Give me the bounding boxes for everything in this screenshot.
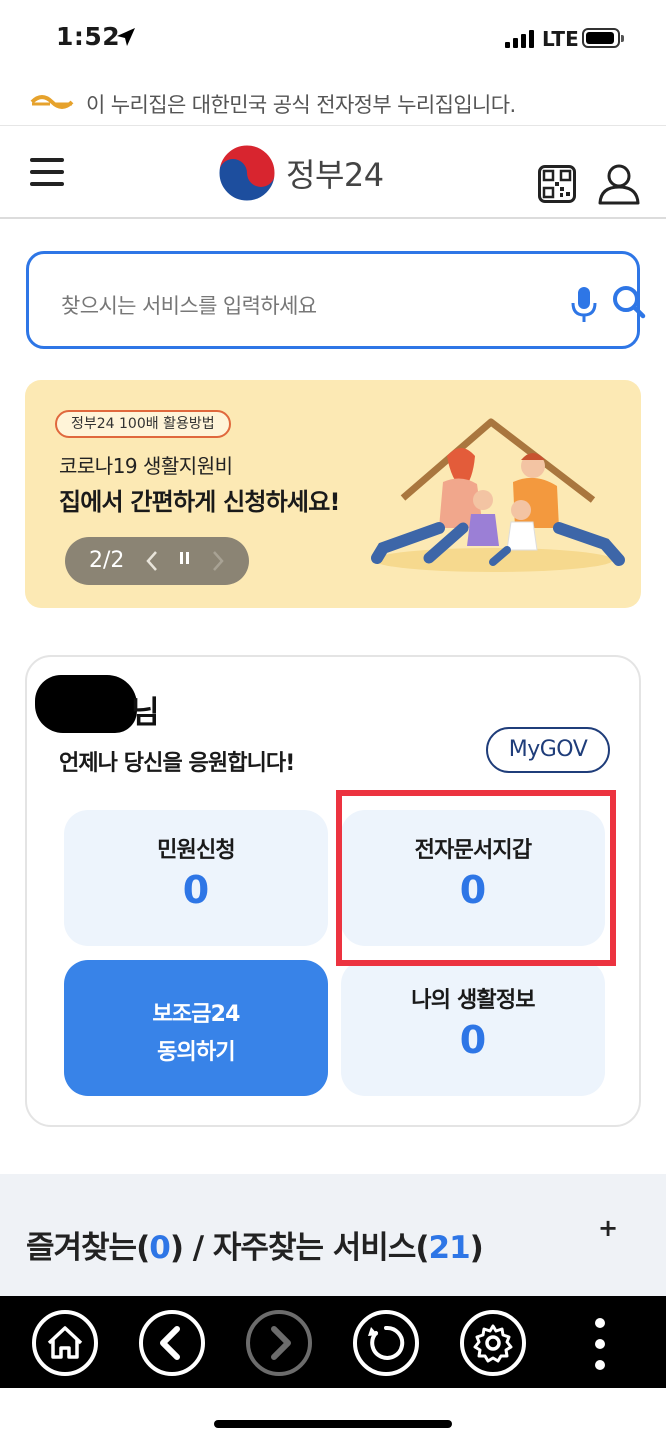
- hamburger-menu-icon[interactable]: [30, 158, 64, 186]
- banner-title: 집에서 간편하게 신청하세요!: [59, 488, 340, 516]
- search-input[interactable]: 찾으시는 서비스를 입력하세요: [26, 251, 646, 349]
- fav-count: 0: [149, 1230, 171, 1266]
- tile-my-life-info[interactable]: 나의 생활정보 0: [341, 960, 605, 1096]
- my-dashboard-card: 님 언제나 당신을 응원합니다! MyGOV 민원신청 0 전자문서지갑 0 보…: [25, 655, 641, 1127]
- promo-banner[interactable]: 정부24 100배 활용방법 코로나19 생활지원비 집에서 간편하게 신청하세…: [25, 380, 641, 608]
- banner-slide-controls: 2/2: [65, 537, 249, 585]
- qr-code-icon[interactable]: [538, 165, 576, 203]
- tile-count: 0: [459, 868, 487, 912]
- signal-icon: [505, 30, 535, 48]
- status-time: 1:52: [56, 22, 121, 51]
- frequent-count: 21: [428, 1230, 471, 1266]
- forward-icon[interactable]: [245, 1309, 313, 1377]
- mygov-button[interactable]: MyGOV: [486, 727, 610, 773]
- gov-notice-bar[interactable]: 이 누리집은 대한민국 공식 전자정부 누리집입니다.: [0, 80, 666, 126]
- redacted-user-name: [35, 675, 137, 733]
- tile-label: 전자문서지갑: [414, 838, 532, 863]
- back-icon[interactable]: [138, 1309, 206, 1377]
- chevron-left-icon[interactable]: [145, 550, 159, 572]
- banner-tag: 정부24 100배 활용방법: [55, 410, 231, 438]
- home-icon[interactable]: [31, 1309, 99, 1377]
- microphone-icon[interactable]: [571, 286, 597, 324]
- browser-toolbar: [0, 1296, 666, 1388]
- location-arrow-icon: [117, 28, 135, 46]
- add-favorite-icon[interactable]: +: [598, 1214, 618, 1242]
- tile-label: 나의 생활정보: [411, 988, 535, 1013]
- more-options-icon[interactable]: [594, 1318, 606, 1370]
- favorites-section: 즐겨찾는(0) / 자주찾는 서비스(21) +: [0, 1174, 666, 1296]
- search-placeholder: 찾으시는 서비스를 입력하세요: [61, 294, 317, 318]
- fav-middle: ) / 자주찾는 서비스(: [169, 1230, 430, 1266]
- taegeuk-logo-icon: [218, 144, 276, 202]
- family-house-illustration: [371, 418, 625, 572]
- brand-name: 정부24: [286, 156, 384, 194]
- cta-line-1: 보조금24: [152, 1002, 240, 1027]
- chevron-right-icon[interactable]: [211, 550, 225, 572]
- battery-icon: [582, 28, 624, 48]
- tile-label: 민원신청: [157, 838, 236, 863]
- home-indicator: [214, 1420, 452, 1428]
- banner-subtitle: 코로나19 생활지원비: [59, 454, 233, 478]
- fav-suffix: ): [469, 1230, 484, 1266]
- search-icon[interactable]: [612, 285, 646, 319]
- tile-civil-applications[interactable]: 민원신청 0: [64, 810, 328, 946]
- egov-logo-icon: [30, 95, 74, 109]
- app-header: 정부24: [0, 127, 666, 219]
- status-bar: 1:52 LTE: [0, 0, 666, 78]
- network-label: LTE: [542, 27, 579, 51]
- user-profile-icon[interactable]: [597, 163, 641, 205]
- tile-e-document-wallet[interactable]: 전자문서지갑 0: [341, 810, 605, 946]
- user-name-suffix: 님: [131, 695, 160, 731]
- reload-icon[interactable]: [352, 1309, 420, 1377]
- cta-line-2: 동의하기: [157, 1040, 236, 1065]
- tile-count: 0: [182, 868, 210, 912]
- cheer-message: 언제나 당신을 응원합니다!: [59, 751, 295, 776]
- favorites-title[interactable]: 즐겨찾는(0) / 자주찾는 서비스(21): [26, 1222, 484, 1267]
- settings-icon[interactable]: [459, 1309, 527, 1377]
- slide-counter: 2/2: [89, 548, 125, 573]
- brand-logo[interactable]: 정부24: [218, 143, 384, 203]
- pause-icon[interactable]: [180, 552, 190, 568]
- gov-notice-text: 이 누리집은 대한민국 공식 전자정부 누리집입니다.: [86, 93, 516, 117]
- fav-prefix: 즐겨찾는(: [26, 1230, 150, 1266]
- tile-count: 0: [459, 1018, 487, 1062]
- subsidy24-consent-button[interactable]: 보조금24 동의하기: [64, 960, 328, 1096]
